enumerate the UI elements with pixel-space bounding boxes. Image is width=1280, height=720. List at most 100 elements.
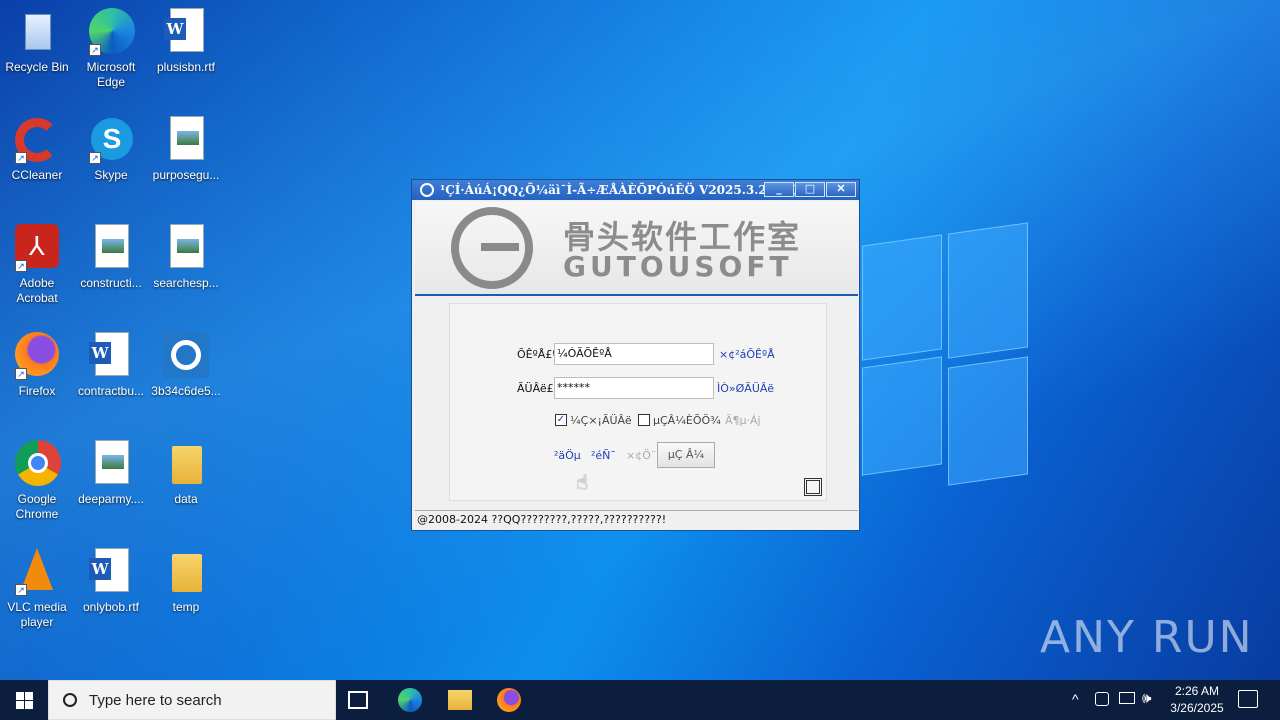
search-icon <box>63 693 77 707</box>
search-placeholder: Type here to search <box>89 692 222 709</box>
gray-option-label: Ã¶µ·Áj <box>725 414 761 427</box>
auto-login-checkbox[interactable] <box>638 414 650 426</box>
desktop-icon-firefox[interactable]: ↗ Firefox <box>0 332 75 399</box>
word-doc-icon: W <box>162 8 210 56</box>
taskbar-search-box[interactable]: Type here to search <box>48 680 336 720</box>
login-dialog: ¹ÇÍ·ÀúÁ¡QQ¿Õ¼äì¯Ì-Ã÷ÆÅÀÈÕPÓúÊÖ V2025.3.2… <box>411 179 860 531</box>
qr-code-icon[interactable] <box>804 478 822 496</box>
desktop-icon-label: 3b34c6de5... <box>151 384 221 398</box>
account-input[interactable]: ¼ÓÃÕÊºÅ <box>554 343 714 365</box>
gutousoft-logo-icon <box>451 207 533 289</box>
chevron-up-icon[interactable]: ^ <box>1072 691 1079 707</box>
query-link[interactable]: ²éÑ¯ <box>591 449 616 462</box>
desktop-icon-deeparmy[interactable]: deeparmy.... <box>73 440 149 507</box>
clock-date: 3/26/2025 <box>1170 701 1224 715</box>
clock[interactable]: 2:26 AM 3/26/2025 <box>1160 683 1234 717</box>
app-logo-icon <box>420 183 434 197</box>
clock-time: 2:26 AM <box>1174 684 1220 698</box>
desktop-icon-label: deeparmy.... <box>78 492 144 506</box>
hand-cursor-icon: ☝ <box>576 472 589 494</box>
desktop-icon-label: purposegu... <box>152 168 220 182</box>
desktop-icon-temp-folder[interactable]: temp <box>148 548 224 615</box>
desktop-icon-label: onlybob.rtf <box>82 600 140 614</box>
gutousoft-app-icon <box>162 332 210 380</box>
forgot-password-link[interactable]: ÌÒ»ØÃÜÂë <box>717 382 774 395</box>
desktop-icon-ccleaner[interactable]: ↗ CCleaner <box>0 116 75 183</box>
folder-icon <box>162 440 210 488</box>
desktop-icon-label: searchesp... <box>153 276 219 290</box>
register-link[interactable]: ×¢²áÕÊºÅ <box>719 348 775 361</box>
desktop-icon-label: contractbu... <box>77 384 145 398</box>
desktop-icon-label: Skype <box>94 168 128 182</box>
gutousoft-banner: 骨头软件工作室 GUTOUSOFT <box>415 202 858 296</box>
start-button[interactable] <box>0 680 48 720</box>
remember-password-label: ¼Ç×¡ÃÜÂë <box>570 414 632 427</box>
desktop-icon-gutousoft-exe[interactable]: 3b34c6de5... <box>148 332 224 399</box>
desktop-icon-chrome[interactable]: Google Chrome <box>0 440 75 522</box>
desktop-icon-onlybob[interactable]: W onlybob.rtf <box>73 548 149 615</box>
disabled-link: ×¢Ö¨ <box>626 449 657 462</box>
desktop-icon-contractbu[interactable]: W contractbu... <box>73 332 149 399</box>
remember-password-checkbox[interactable]: ✓ <box>555 414 567 426</box>
desktop-icon-label: constructi... <box>80 276 142 290</box>
desktop-icon-edge[interactable]: ↗ Microsoft Edge <box>73 8 149 90</box>
desktop-icon-searchesp[interactable]: searchesp... <box>148 224 224 291</box>
desktop-icon-data-folder[interactable]: data <box>148 440 224 507</box>
close-button[interactable]: ✕ <box>826 182 856 197</box>
dialog-titlebar[interactable]: ¹ÇÍ·ÀúÁ¡QQ¿Õ¼äì¯Ì-Ã÷ÆÅÀÈÕPÓúÊÖ V2025.3.2… <box>412 180 859 200</box>
desktop-icon-label: temp <box>172 600 200 614</box>
taskbar: Type here to search ^ 🕪 2:26 AM 3/26/202… <box>0 680 1280 720</box>
image-file-icon <box>162 224 210 272</box>
login-panel: ÕÊºÅ£º ¼ÓÃÕÊºÅ ×¢²áÕÊºÅ ÃÜÂë£º ****** ÌÒ… <box>449 303 827 501</box>
taskbar-edge-icon[interactable] <box>398 688 422 712</box>
maximize-button[interactable]: □ <box>795 182 825 197</box>
meet-now-icon[interactable] <box>1095 692 1109 706</box>
desktop-icon-purposegu[interactable]: purposegu... <box>148 116 224 183</box>
desktop-icon-plusisbn[interactable]: W plusisbn.rtf <box>148 8 224 75</box>
image-file-icon <box>162 116 210 164</box>
desktop-icon-skype[interactable]: S ↗ Skype <box>73 116 149 183</box>
firefox-icon: ↗ <box>13 332 61 380</box>
anyrun-watermark: ANY RUN <box>1040 612 1254 663</box>
image-file-icon <box>87 440 135 488</box>
edge-icon: ↗ <box>87 8 135 56</box>
desktop-icon-vlc[interactable]: ↗ VLC media player <box>0 548 75 630</box>
volume-icon[interactable]: 🕪 <box>1142 690 1151 707</box>
word-doc-icon: W <box>87 548 135 596</box>
desktop-icon-label: VLC media player <box>7 600 67 629</box>
recharge-link[interactable]: ²äÖµ <box>554 449 581 462</box>
taskbar-firefox-icon[interactable] <box>497 688 521 712</box>
desktop-icon-constructi[interactable]: constructi... <box>73 224 149 291</box>
chrome-icon <box>13 440 61 488</box>
folder-icon <box>162 548 210 596</box>
login-button[interactable]: µÇ Â¼ <box>657 442 715 468</box>
desktop-icon-recycle-bin[interactable]: Recycle Bin <box>0 8 75 75</box>
ccleaner-icon: ↗ <box>13 116 61 164</box>
desktop-icon-label: plusisbn.rtf <box>156 60 216 74</box>
windows-logo-wallpaper <box>862 222 1030 486</box>
minimize-button[interactable]: _ <box>764 182 794 197</box>
desktop-icon-label: CCleaner <box>11 168 63 182</box>
desktop-icon-label: Microsoft Edge <box>86 60 136 89</box>
desktop-icon-label: Firefox <box>18 384 56 398</box>
password-label: ÃÜÂë£º <box>517 382 559 395</box>
acrobat-icon: ⅄ ↗ <box>13 224 61 272</box>
desktop-icon-label: data <box>174 492 198 506</box>
file-explorer-icon[interactable] <box>448 690 472 710</box>
desktop-icon-label: Recycle Bin <box>5 60 69 74</box>
account-label: ÕÊºÅ£º <box>517 348 558 361</box>
desktop-icon-acrobat[interactable]: ⅄ ↗ Adobe Acrobat <box>0 224 75 306</box>
skype-icon: S ↗ <box>87 116 135 164</box>
network-icon[interactable] <box>1119 692 1135 704</box>
image-file-icon <box>87 224 135 272</box>
status-bar: @2008-2024 ??QQ????????,?????,??????????… <box>415 510 858 529</box>
password-input[interactable]: ****** <box>554 377 714 399</box>
banner-english-name: GUTOUSOFT <box>563 250 793 283</box>
notification-icon[interactable] <box>1238 690 1258 708</box>
desktop-icon-label: Adobe Acrobat <box>16 276 58 305</box>
dialog-title: ¹ÇÍ·ÀúÁ¡QQ¿Õ¼äì¯Ì-Ã÷ÆÅÀÈÕPÓúÊÖ V2025.3.2… <box>440 183 820 197</box>
desktop-icon-label: Google Chrome <box>15 492 59 521</box>
word-doc-icon: W <box>87 332 135 380</box>
task-view-icon[interactable] <box>348 691 368 709</box>
vlc-icon: ↗ <box>13 548 61 596</box>
